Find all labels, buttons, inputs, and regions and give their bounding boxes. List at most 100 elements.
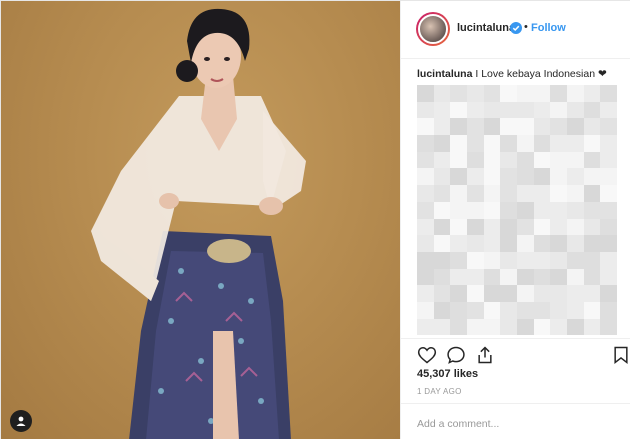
post-timestamp[interactable]: 1 DAY AGO bbox=[417, 387, 462, 396]
user-tag-button[interactable] bbox=[10, 410, 32, 432]
pixel-block bbox=[433, 285, 451, 302]
pixel-block bbox=[500, 251, 517, 269]
caption-username[interactable]: lucintaluna bbox=[417, 68, 472, 80]
pixel-block bbox=[500, 268, 517, 286]
user-tag-icon bbox=[16, 416, 26, 426]
pixel-block bbox=[466, 151, 484, 169]
comment-input[interactable] bbox=[417, 416, 617, 432]
pixel-block bbox=[450, 101, 467, 119]
pixel-block bbox=[533, 168, 551, 186]
pixel-block bbox=[566, 235, 584, 252]
pixel-block bbox=[466, 185, 484, 202]
pixel-block bbox=[433, 218, 451, 236]
pixel-block bbox=[483, 168, 501, 186]
pixel-block bbox=[550, 201, 567, 219]
pixel-block bbox=[466, 101, 484, 119]
pixel-block bbox=[533, 301, 551, 319]
pixel-block bbox=[417, 135, 434, 152]
pixel-block bbox=[600, 118, 617, 136]
pixel-block bbox=[533, 235, 551, 252]
pixel-block bbox=[550, 135, 567, 152]
pixel-block bbox=[500, 218, 517, 236]
pixel-block bbox=[516, 85, 534, 102]
pixel-block bbox=[433, 185, 451, 202]
pixel-block bbox=[533, 135, 551, 152]
pixel-block bbox=[600, 268, 617, 286]
pixel-block bbox=[450, 135, 467, 152]
post-photo[interactable] bbox=[1, 1, 400, 439]
pixel-block bbox=[450, 118, 467, 136]
pixel-block bbox=[417, 318, 434, 335]
caption-text: I Love kebaya Indonesian ❤ bbox=[475, 68, 607, 80]
pixel-block bbox=[533, 318, 551, 335]
pixel-block bbox=[566, 85, 584, 102]
heart-icon[interactable] bbox=[417, 345, 437, 365]
pixel-block bbox=[583, 301, 601, 319]
pixel-block bbox=[600, 218, 617, 236]
likes-count[interactable]: 45,307 likes bbox=[417, 368, 478, 380]
pixel-block bbox=[500, 118, 517, 136]
post-caption: lucintaluna I Love kebaya Indonesian ❤ bbox=[417, 68, 607, 80]
pixel-block bbox=[433, 101, 451, 119]
pixel-block bbox=[417, 251, 434, 269]
pixel-block bbox=[600, 135, 617, 152]
pixel-block bbox=[550, 218, 567, 236]
pixel-block bbox=[433, 201, 451, 219]
pixel-block bbox=[583, 268, 601, 286]
pixel-block bbox=[466, 118, 484, 136]
pixel-block bbox=[550, 101, 567, 119]
pixel-block bbox=[516, 151, 534, 169]
pixel-block bbox=[516, 168, 534, 186]
pixel-block bbox=[433, 251, 451, 269]
pixel-block bbox=[516, 318, 534, 335]
pixel-block bbox=[417, 235, 434, 252]
pixel-block bbox=[600, 285, 617, 302]
pixel-block bbox=[550, 268, 567, 286]
pixel-block bbox=[533, 218, 551, 236]
avatar-image bbox=[418, 14, 448, 44]
pixel-block bbox=[500, 301, 517, 319]
username-link[interactable]: lucintaluna bbox=[457, 22, 515, 34]
pixel-block bbox=[433, 301, 451, 319]
verified-badge-icon bbox=[510, 22, 522, 34]
pixel-block bbox=[516, 268, 534, 286]
pixel-block bbox=[566, 118, 584, 136]
instagram-post: lucintaluna • Follow lucintaluna I Love … bbox=[0, 0, 630, 439]
pixel-block bbox=[533, 251, 551, 269]
share-icon[interactable] bbox=[475, 345, 495, 365]
speech-bubble-icon[interactable] bbox=[446, 345, 466, 365]
pixel-block bbox=[483, 318, 501, 335]
pixel-block bbox=[516, 235, 534, 252]
pixel-block bbox=[450, 218, 467, 236]
follow-button[interactable]: Follow bbox=[531, 22, 566, 34]
pixel-block bbox=[516, 118, 534, 136]
pixel-block bbox=[500, 201, 517, 219]
pixel-block bbox=[583, 151, 601, 169]
post-sidebar: lucintaluna • Follow lucintaluna I Love … bbox=[400, 1, 630, 439]
pixel-block bbox=[466, 235, 484, 252]
pixel-block bbox=[566, 201, 584, 219]
pixel-block bbox=[516, 218, 534, 236]
pixel-block bbox=[417, 151, 434, 169]
pixel-block bbox=[533, 101, 551, 119]
avatar[interactable] bbox=[416, 12, 450, 46]
pixel-block bbox=[583, 251, 601, 269]
pixel-block bbox=[466, 201, 484, 219]
pixel-block bbox=[433, 318, 451, 335]
pixel-block bbox=[566, 301, 584, 319]
action-bar bbox=[401, 338, 630, 368]
pixel-block bbox=[500, 185, 517, 202]
bookmark-icon[interactable] bbox=[611, 345, 630, 365]
pixel-block bbox=[583, 101, 601, 119]
pixelated-comments bbox=[417, 85, 617, 335]
pixel-block bbox=[450, 235, 467, 252]
pixel-block bbox=[466, 318, 484, 335]
post-header: lucintaluna • Follow bbox=[401, 1, 630, 59]
pixel-block bbox=[417, 301, 434, 319]
pixel-block bbox=[516, 251, 534, 269]
pixel-block bbox=[566, 185, 584, 202]
pixel-block bbox=[417, 285, 434, 302]
pixel-block bbox=[533, 185, 551, 202]
pixel-block bbox=[466, 218, 484, 236]
pixel-block bbox=[550, 151, 567, 169]
